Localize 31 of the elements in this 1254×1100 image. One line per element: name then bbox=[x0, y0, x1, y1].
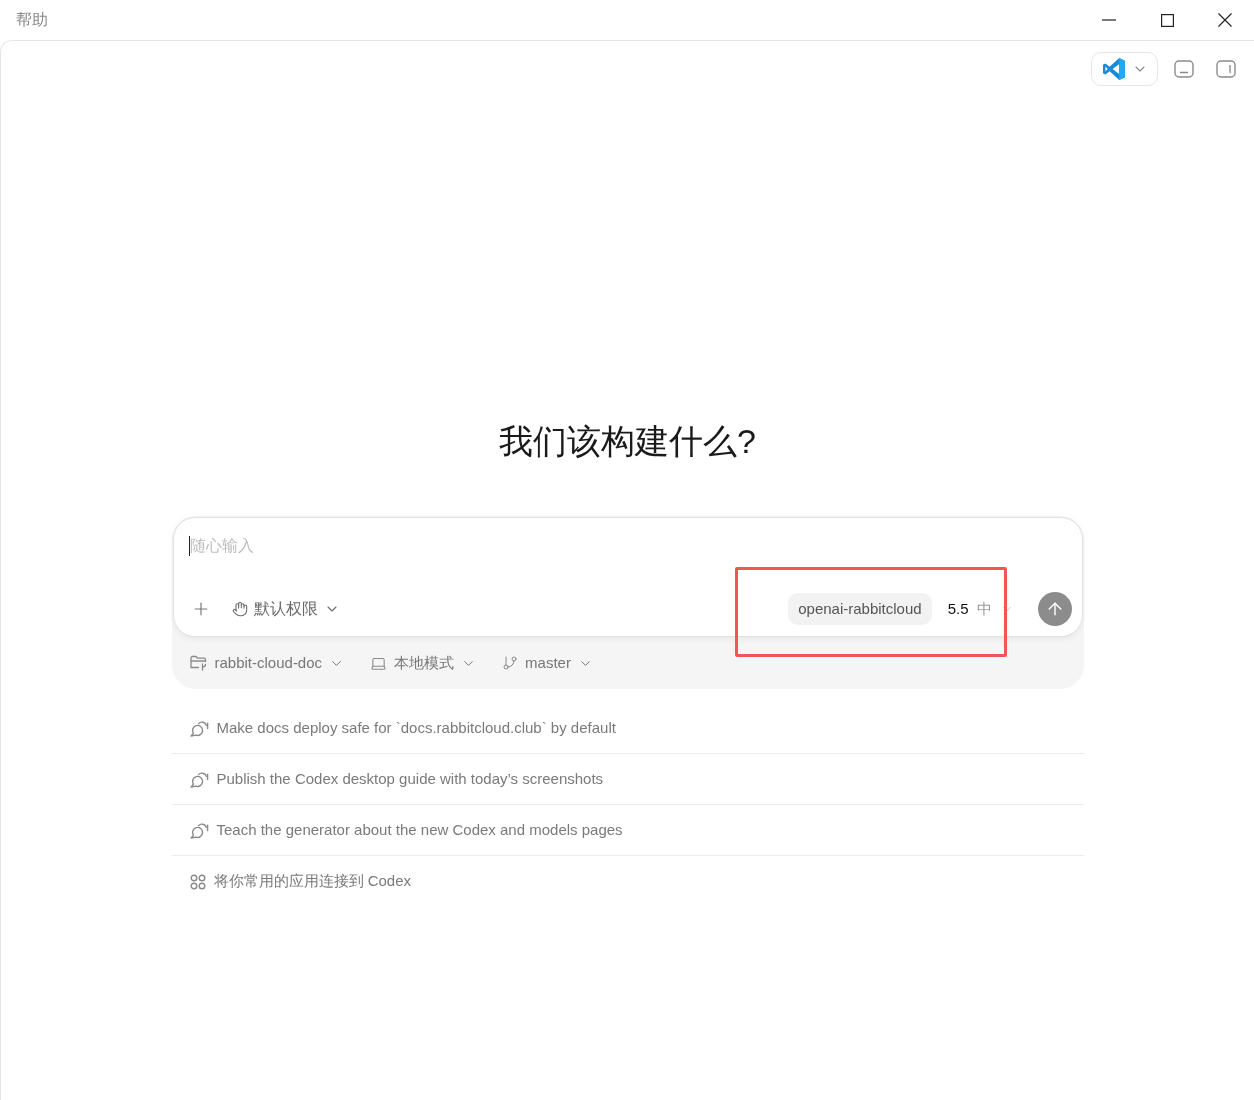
chat-bubbles-icon bbox=[189, 821, 209, 839]
window-title: 帮助 bbox=[15, 10, 48, 30]
apps-grid-icon bbox=[189, 873, 206, 890]
context-dropdown[interactable]: rabbit-cloud-doc bbox=[189, 651, 345, 675]
branch-icon bbox=[502, 655, 519, 671]
panel-bottom-icon bbox=[1174, 60, 1194, 78]
reasoning-effort: 中 bbox=[976, 598, 992, 619]
model-version: 5.5 bbox=[947, 598, 969, 619]
close-icon bbox=[1218, 13, 1232, 27]
suggestion-item[interactable]: Make docs deploy safe for `docs.rabbitcloud.club` by default bbox=[171, 703, 1084, 754]
panel-right-icon bbox=[1216, 60, 1236, 78]
provider-chip[interactable]: openai-rabbitcloud bbox=[788, 593, 932, 625]
open-in-editor-button[interactable] bbox=[1091, 52, 1158, 86]
chat-bubbles-icon bbox=[189, 719, 209, 737]
maximize-icon bbox=[1160, 13, 1174, 27]
send-button[interactable] bbox=[1037, 592, 1072, 626]
hand-icon bbox=[231, 601, 248, 617]
message-input[interactable]: 随心输入 bbox=[189, 534, 590, 558]
model-selector[interactable]: 5.5 中 bbox=[939, 593, 1022, 625]
suggestion-item[interactable]: Teach the generator about the new Codex and models pages bbox=[171, 805, 1084, 856]
folder-branch-icon bbox=[189, 655, 208, 671]
page-heading: 我们该构建什么? bbox=[498, 421, 757, 462]
context-dropdown[interactable]: master bbox=[502, 651, 593, 675]
minimize-icon bbox=[1102, 19, 1116, 21]
suggestion-item[interactable]: Publish the Codex desktop guide with today’s screenshots bbox=[171, 754, 1084, 805]
permissions-dropdown[interactable]: 默认权限 bbox=[231, 597, 340, 621]
text-cursor bbox=[188, 536, 190, 556]
context-dropdown[interactable]: 本地模式 bbox=[370, 651, 477, 675]
code-editor-logo-icon bbox=[1101, 57, 1126, 81]
chat-bubbles-icon bbox=[189, 770, 209, 788]
suggestion-item[interactable]: 将你常用的应用连接到 Codex bbox=[171, 856, 1084, 907]
